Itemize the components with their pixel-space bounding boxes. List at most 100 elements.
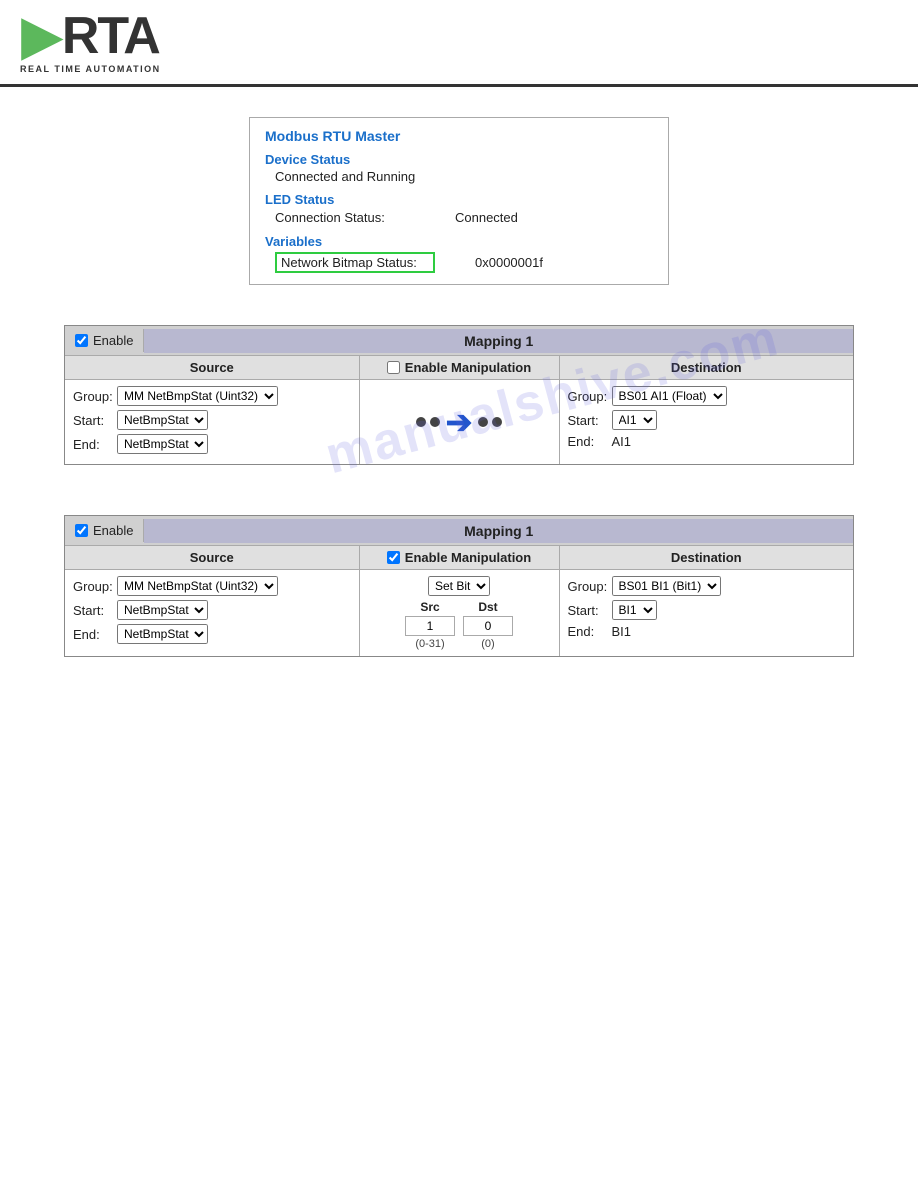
mapping2-src-col: Src (0-31) [405,600,455,650]
mapping2-src-label: Src [420,600,439,614]
mapping2-source-end-label: End: [73,627,117,642]
mapping1-enable-manip-checkbox[interactable] [387,361,400,374]
mapping1-title: Mapping 1 [144,329,853,353]
mapping2-setbit-row: Src (0-31) Dst (0) [405,600,513,650]
logo-arrow: ▶ [22,10,62,62]
mapping2-source-end-row: End: NetBmpStat [73,624,351,644]
mapping2-outer: Enable Mapping 1 Source Enable Manipulat… [64,515,854,657]
device-status-label: Device Status [265,152,653,167]
network-bitmap-key: Network Bitmap Status: [275,252,435,273]
dot2 [430,417,440,427]
network-bitmap-value: 0x0000001f [475,255,543,270]
network-bitmap-row: Network Bitmap Status: 0x0000001f [265,251,653,274]
mapping1-source-end-row: End: NetBmpStat [73,434,351,454]
connection-status-key: Connection Status: [275,210,455,225]
mapping2-source-start-label: Start: [73,603,117,618]
mapping1-enable-box: Enable [65,329,144,352]
mapping2-dest-start-label: Start: [568,603,612,618]
mapping2-dst-input[interactable] [463,616,513,636]
mapping1-source-panel: Group: MM NetBmpStat (Uint32) Start: Net… [65,380,360,464]
logo-box: ▶ RTA [22,10,159,62]
modbus-title: Modbus RTU Master [265,128,653,144]
variables-label: Variables [265,234,653,249]
mapping2-enable-checkbox[interactable] [75,524,88,537]
mapping1-source-end-select[interactable]: NetBmpStat [117,434,208,454]
mapping2-dest-group-row: Group: BS01 BI1 (Bit1) [568,576,846,596]
mapping1-manip-panel: ➔ [360,380,560,464]
mapping1-arrow-dots: ➔ [416,403,503,441]
mapping2-source-end-select[interactable]: NetBmpStat [117,624,208,644]
mapping1-source-group-label: Group: [73,389,117,404]
mapping1-source-group-select[interactable]: MM NetBmpStat (Uint32) [117,386,278,406]
mapping2-manip-col-header: Enable Manipulation [360,546,560,569]
mapping2-source-panel: Group: MM NetBmpStat (Uint32) Start: Net… [65,570,360,656]
mapping2-dest-end-label: End: [568,624,612,639]
mapping1-manip-label: Enable Manipulation [405,360,531,375]
mapping1-dest-end-row: End: AI1 [568,434,846,449]
mapping2-manip-label: Enable Manipulation [405,550,531,565]
mapping2-manip-panel: Set Bit Src (0-31) Dst (0) [360,570,560,656]
mapping2-body: Group: MM NetBmpStat (Uint32) Start: Net… [65,570,853,656]
mapping1-dest-start-label: Start: [568,413,612,428]
led-status-label: LED Status [265,192,653,207]
mapping1-manip-col-header: Enable Manipulation [360,356,560,379]
mapping2-header: Enable Mapping 1 [65,516,853,546]
mapping2-section: Enable Mapping 1 Source Enable Manipulat… [40,515,878,657]
dot4 [492,417,502,427]
mapping1-source-start-row: Start: NetBmpStat [73,410,351,430]
mapping1-section: Enable Mapping 1 Source Enable Manipulat… [40,325,878,465]
mapping2-source-start-select[interactable]: NetBmpStat [117,600,208,620]
logo-subtitle: REAL TIME AUTOMATION [20,64,161,74]
mapping1-dest-start-row: Start: AI1 [568,410,846,430]
mapping1-header: Enable Mapping 1 [65,326,853,356]
mapping2-dst-col: Dst (0) [463,600,513,650]
mapping1-dest-group-label: Group: [568,389,612,404]
mapping1-dest-group-row: Group: BS01 AI1 (Float) [568,386,846,406]
header: ▶ RTA REAL TIME AUTOMATION [0,0,918,87]
logo: ▶ RTA REAL TIME AUTOMATION [20,10,161,74]
mapping2-dest-panel: Group: BS01 BI1 (Bit1) Start: BI1 End: B [560,570,854,656]
mapping2-dest-group-select[interactable]: BS01 BI1 (Bit1) [612,576,721,596]
mapping2-setbit-panel: Set Bit Src (0-31) Dst (0) [366,576,553,650]
mapping1-outer: Enable Mapping 1 Source Enable Manipulat… [64,325,854,465]
mapping1-source-col-header: Source [65,356,360,379]
mapping1-source-group-row: Group: MM NetBmpStat (Uint32) [73,386,351,406]
mapping2-dst-range: (0) [481,638,494,650]
mapping1-enable-label: Enable [93,333,133,348]
mapping1-dest-col-header: Destination [560,356,854,379]
mapping1-dest-group-select[interactable]: BS01 AI1 (Float) [612,386,727,406]
status-box: Modbus RTU Master Device Status Connecte… [249,117,669,285]
mapping2-title: Mapping 1 [144,519,853,543]
mapping2-enable-manip-checkbox[interactable] [387,551,400,564]
mapping1-dest-panel: Group: BS01 AI1 (Float) Start: AI1 End: [560,380,854,464]
mapping2-dst-label: Dst [478,600,497,614]
mapping2-dest-start-select[interactable]: BI1 [612,600,657,620]
mapping2-src-input[interactable] [405,616,455,636]
mapping2-dest-col-header: Destination [560,546,854,569]
mapping2-source-start-row: Start: NetBmpStat [73,600,351,620]
mapping1-source-start-label: Start: [73,413,117,428]
mapping1-dest-end-value: AI1 [612,434,656,449]
mapping2-enable-label: Enable [93,523,133,538]
mapping2-source-group-row: Group: MM NetBmpStat (Uint32) [73,576,351,596]
mapping1-enable-checkbox[interactable] [75,334,88,347]
mapping1-body: Group: MM NetBmpStat (Uint32) Start: Net… [65,380,853,464]
mapping2-cols: Source Enable Manipulation Destination [65,546,853,570]
mapping1-dest-start-select[interactable]: AI1 [612,410,657,430]
connection-status-value: Connected [455,210,518,225]
dot1 [416,417,426,427]
mapping2-source-group-label: Group: [73,579,117,594]
mapping1-source-start-select[interactable]: NetBmpStat [117,410,208,430]
mapping1-source-end-label: End: [73,437,117,452]
mapping2-source-group-select[interactable]: MM NetBmpStat (Uint32) [117,576,278,596]
mapping2-manip-type-select[interactable]: Set Bit [428,576,490,596]
main-content: manualshive.com Modbus RTU Master Device… [0,87,918,727]
mapping1-cols: Source Enable Manipulation Destination [65,356,853,380]
mapping2-dest-group-label: Group: [568,579,612,594]
mapping2-enable-box: Enable [65,519,144,542]
mapping2-source-col-header: Source [65,546,360,569]
arrow-icon: ➔ [446,403,473,441]
dot3 [478,417,488,427]
mapping2-dest-end-row: End: BI1 [568,624,846,639]
mapping1-dest-end-label: End: [568,434,612,449]
